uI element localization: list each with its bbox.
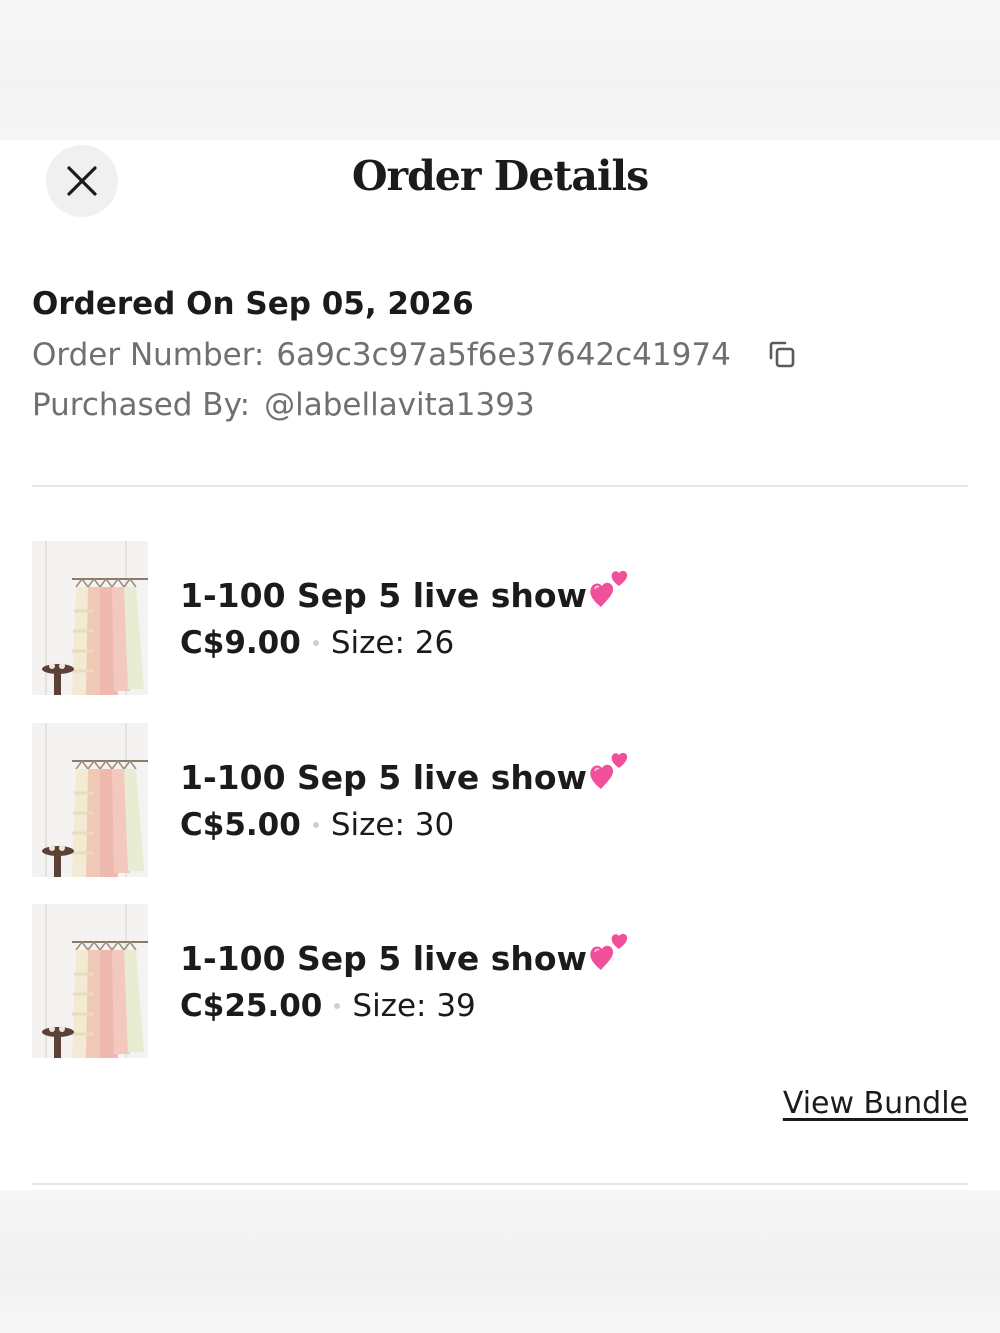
copy-button[interactable] xyxy=(767,340,797,370)
two-hearts-icon xyxy=(589,751,631,799)
item-meta: C$25.00 Size: 39 xyxy=(180,988,476,1024)
purchased-by-row: Purchased By: @labellavita1393 xyxy=(32,387,535,423)
divider xyxy=(32,1183,968,1185)
item-price: C$9.00 xyxy=(180,625,301,661)
two-hearts-icon xyxy=(589,932,631,980)
order-details-sheet: Order Details Ordered On Sep 05, 2026 Or… xyxy=(0,140,1000,1190)
item-size: Size: 39 xyxy=(352,988,476,1024)
separator-dot xyxy=(312,822,319,828)
item-title[interactable]: 1-100 Sep 5 live show xyxy=(180,569,631,619)
copy-icon xyxy=(769,341,795,368)
item-price: C$5.00 xyxy=(180,807,301,843)
two-hearts-icon xyxy=(589,569,631,617)
item-title[interactable]: 1-100 Sep 5 live show xyxy=(180,751,631,801)
page-title: Order Details xyxy=(351,152,649,200)
purchased-by-username[interactable]: @labellavita1393 xyxy=(264,387,535,423)
list-item[interactable]: 1-100 Sep 5 live show C$25.00 Size: 39 xyxy=(32,904,968,1058)
item-price: C$25.00 xyxy=(180,988,323,1024)
product-thumbnail[interactable] xyxy=(32,904,148,1058)
separator-dot xyxy=(312,640,319,646)
background-bottom xyxy=(0,1190,1000,1333)
background-top xyxy=(0,0,1000,140)
view-bundle-link[interactable]: View Bundle xyxy=(783,1086,968,1121)
ordered-on-date: Ordered On Sep 05, 2026 xyxy=(32,286,474,322)
product-thumbnail[interactable] xyxy=(32,541,148,695)
item-meta: C$5.00 Size: 30 xyxy=(180,807,454,843)
order-number-label: Order Number: xyxy=(32,337,265,373)
separator-dot xyxy=(334,1003,341,1009)
item-meta: C$9.00 Size: 26 xyxy=(180,625,454,661)
order-number-value: 6a9c3c97a5f6e37642c41974 xyxy=(276,337,731,373)
item-title[interactable]: 1-100 Sep 5 live show xyxy=(180,932,631,982)
list-item[interactable]: 1-100 Sep 5 live show C$5.00 Size: 30 xyxy=(32,723,968,877)
item-size: Size: 26 xyxy=(330,625,455,661)
item-size: Size: 30 xyxy=(330,807,455,843)
list-item[interactable]: 1-100 Sep 5 live show C$9.00 Size: 26 xyxy=(32,541,968,695)
product-thumbnail[interactable] xyxy=(32,723,148,877)
order-number-row: Order Number: 6a9c3c97a5f6e37642c41974 xyxy=(32,337,797,373)
divider xyxy=(32,485,968,487)
purchased-by-label: Purchased By: xyxy=(32,387,251,423)
